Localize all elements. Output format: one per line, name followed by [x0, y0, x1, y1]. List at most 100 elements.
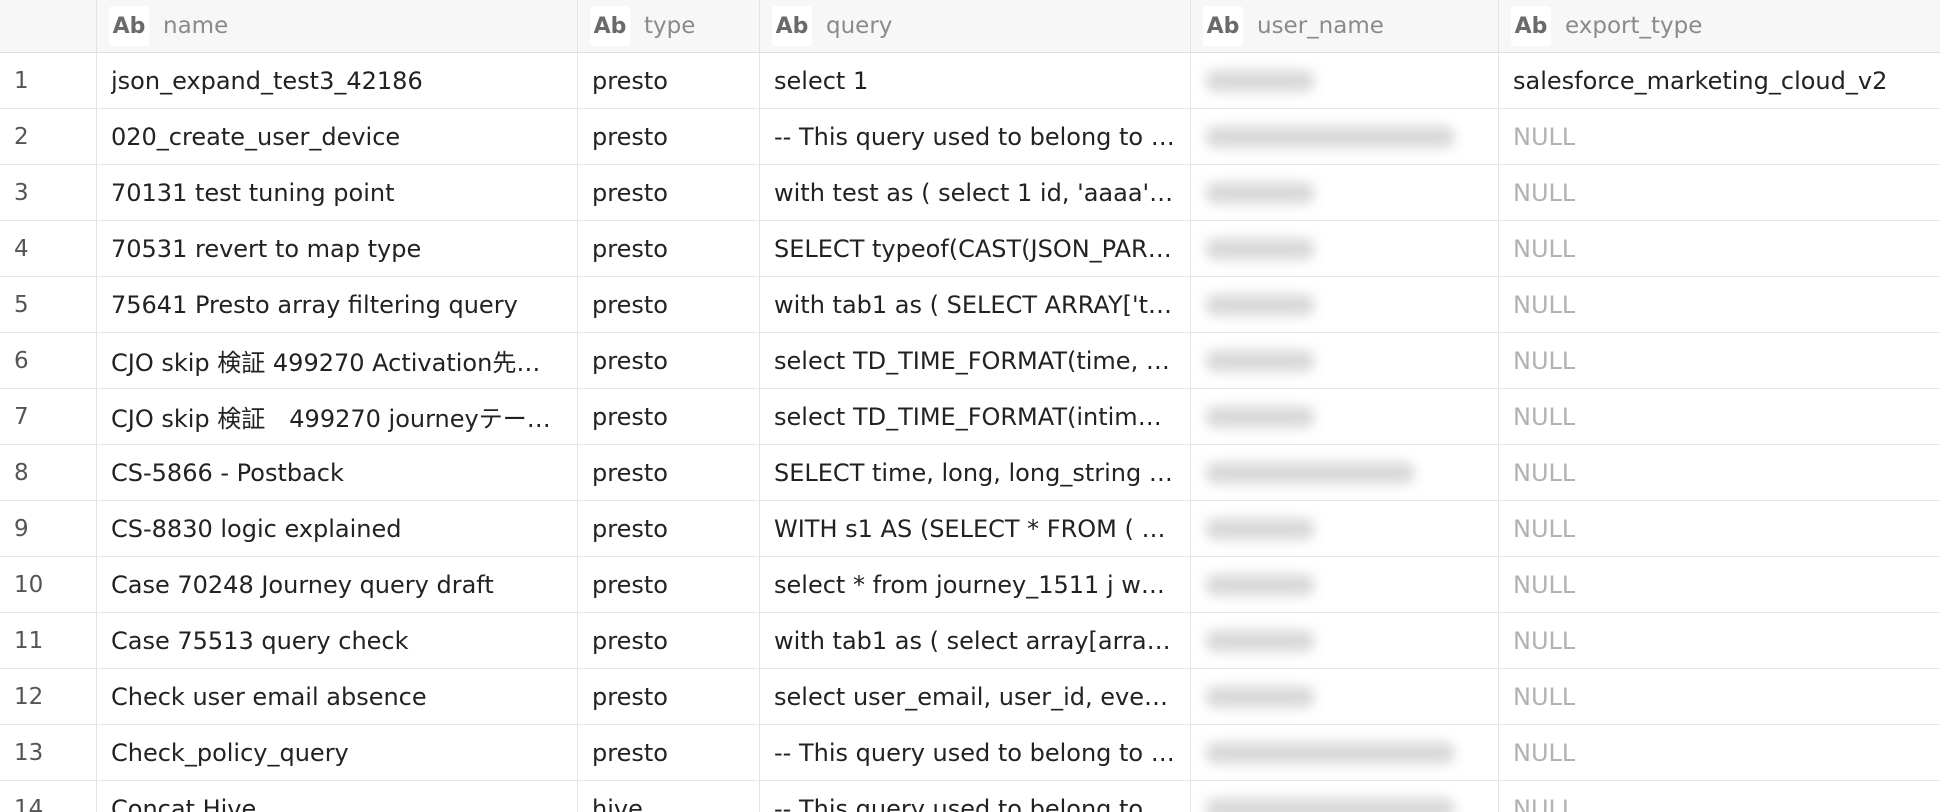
type-cell[interactable]: presto: [578, 221, 760, 276]
table-row[interactable]: 4 70531 revert to map type presto SELECT ty…: [0, 221, 1940, 277]
export-type-cell[interactable]: NULL: [1499, 389, 1940, 444]
export-type-cell[interactable]: NULL: [1499, 445, 1940, 500]
user-name-cell[interactable]: [1191, 557, 1499, 612]
name-cell[interactable]: Case 75513 query check: [97, 613, 578, 668]
query-cell[interactable]: -- This query used to belong to H…: [760, 781, 1191, 812]
column-header-query[interactable]: Ab query: [760, 0, 1191, 52]
row-index-cell: 3: [0, 165, 97, 220]
type-cell[interactable]: presto: [578, 165, 760, 220]
query-cell[interactable]: WITH s1 AS (SELECT * FROM ( …: [760, 501, 1191, 556]
query-cell[interactable]: select TD_TIME_FORMAT(intime…: [760, 389, 1191, 444]
user-name-cell[interactable]: [1191, 165, 1499, 220]
type-cell[interactable]: hive: [578, 781, 760, 812]
table-row[interactable]: 13 Check_policy_query presto -- This query …: [0, 725, 1940, 781]
table-row[interactable]: 12 Check user email absence presto select u…: [0, 669, 1940, 725]
name-cell[interactable]: Check user email absence: [97, 669, 578, 724]
name-cell[interactable]: 70131 test tuning point: [97, 165, 578, 220]
name-cell[interactable]: Check_policy_query: [97, 725, 578, 780]
redacted-user-name: [1205, 573, 1315, 596]
table-row[interactable]: 11 Case 75513 query check presto with tab1 …: [0, 613, 1940, 669]
type-cell[interactable]: presto: [578, 613, 760, 668]
type-cell[interactable]: presto: [578, 53, 760, 108]
export-type-cell[interactable]: NULL: [1499, 221, 1940, 276]
query-cell[interactable]: select user_email, user_id, event_…: [760, 669, 1191, 724]
name-cell[interactable]: Case 70248 Journey query draft: [97, 557, 578, 612]
name-cell[interactable]: 70531 revert to map type: [97, 221, 578, 276]
user-name-cell[interactable]: [1191, 221, 1499, 276]
export-type-cell[interactable]: salesforce_marketing_cloud_v2: [1499, 53, 1940, 108]
name-cell[interactable]: CJO skip 検証 499270 journeyテー…: [97, 389, 578, 444]
query-cell[interactable]: SELECT typeof(CAST(JSON_PAR…: [760, 221, 1191, 276]
query-cell[interactable]: with tab1 as ( select array[array ['…: [760, 613, 1191, 668]
name-cell[interactable]: CS-8830 logic explained: [97, 501, 578, 556]
column-header-type[interactable]: Ab type: [578, 0, 760, 52]
export-type-cell[interactable]: NULL: [1499, 109, 1940, 164]
query-cell[interactable]: with test as ( select 1 id, 'aaaa' co…: [760, 165, 1191, 220]
type-cell[interactable]: presto: [578, 277, 760, 332]
column-header-export-type[interactable]: Ab export_type: [1499, 0, 1940, 52]
user-name-cell[interactable]: [1191, 613, 1499, 668]
user-name-cell[interactable]: [1191, 501, 1499, 556]
user-name-cell[interactable]: [1191, 277, 1499, 332]
export-type-cell[interactable]: NULL: [1499, 557, 1940, 612]
user-name-cell[interactable]: [1191, 781, 1499, 812]
row-index-cell: 11: [0, 613, 97, 668]
type-cell[interactable]: presto: [578, 557, 760, 612]
type-cell[interactable]: presto: [578, 669, 760, 724]
redacted-user-name: [1205, 517, 1315, 540]
row-index-cell: 6: [0, 333, 97, 388]
column-header-label: export_type: [1565, 13, 1703, 39]
column-header-name[interactable]: Ab name: [97, 0, 578, 52]
user-name-cell[interactable]: [1191, 53, 1499, 108]
query-cell[interactable]: with tab1 as ( SELECT ARRAY['te…: [760, 277, 1191, 332]
name-cell[interactable]: json_expand_test3_42186: [97, 53, 578, 108]
export-type-cell[interactable]: NULL: [1499, 501, 1940, 556]
query-cell[interactable]: -- This query used to belong to K…: [760, 109, 1191, 164]
export-type-cell[interactable]: NULL: [1499, 277, 1940, 332]
type-cell[interactable]: presto: [578, 109, 760, 164]
type-cell[interactable]: presto: [578, 501, 760, 556]
user-name-cell[interactable]: [1191, 669, 1499, 724]
name-cell[interactable]: Concat Hive: [97, 781, 578, 812]
type-cell[interactable]: presto: [578, 333, 760, 388]
user-name-cell[interactable]: [1191, 389, 1499, 444]
user-name-cell[interactable]: [1191, 109, 1499, 164]
query-cell[interactable]: select 1: [760, 53, 1191, 108]
row-index-cell: 10: [0, 557, 97, 612]
redacted-user-name: [1205, 405, 1315, 428]
user-name-cell[interactable]: [1191, 333, 1499, 388]
table-row[interactable]: 8 CS-5866 - Postback presto SELECT time, lo…: [0, 445, 1940, 501]
export-type-cell[interactable]: NULL: [1499, 669, 1940, 724]
table-body: 1 json_expand_test3_42186 presto select 1 sa…: [0, 53, 1940, 812]
user-name-cell[interactable]: [1191, 725, 1499, 780]
table-row[interactable]: 14 Concat Hive hive -- This query used to b…: [0, 781, 1940, 812]
query-cell[interactable]: select * from journey_1511 j whe…: [760, 557, 1191, 612]
export-type-cell[interactable]: NULL: [1499, 333, 1940, 388]
export-type-cell[interactable]: NULL: [1499, 725, 1940, 780]
export-type-cell[interactable]: NULL: [1499, 613, 1940, 668]
type-cell[interactable]: presto: [578, 445, 760, 500]
table-row[interactable]: 3 70131 test tuning point presto with test …: [0, 165, 1940, 221]
query-cell[interactable]: SELECT time, long, long_string A…: [760, 445, 1191, 500]
query-cell[interactable]: -- This query used to belong to M…: [760, 725, 1191, 780]
table-row[interactable]: 9 CS-8830 logic explained presto WITH s1 AS…: [0, 501, 1940, 557]
table-row[interactable]: 7 CJO skip 検証 499270 journeyテー… presto sele…: [0, 389, 1940, 445]
name-cell[interactable]: 020_create_user_device: [97, 109, 578, 164]
table-row[interactable]: 10 Case 70248 Journey query draft presto se…: [0, 557, 1940, 613]
name-cell[interactable]: CS-5866 - Postback: [97, 445, 578, 500]
user-name-cell[interactable]: [1191, 445, 1499, 500]
type-cell[interactable]: presto: [578, 389, 760, 444]
table-row[interactable]: 5 75641 Presto array filtering query prest…: [0, 277, 1940, 333]
query-cell[interactable]: select TD_TIME_FORMAT(time, 'y…: [760, 333, 1191, 388]
row-index-cell: 7: [0, 389, 97, 444]
name-cell[interactable]: 75641 Presto array filtering query: [97, 277, 578, 332]
export-type-cell[interactable]: NULL: [1499, 781, 1940, 812]
table-row[interactable]: 6 CJO skip 検証 499270 Activation先テ… presto s…: [0, 333, 1940, 389]
name-cell[interactable]: CJO skip 検証 499270 Activation先テ…: [97, 333, 578, 388]
type-cell[interactable]: presto: [578, 725, 760, 780]
table-row[interactable]: 2 020_create_user_device presto -- This que…: [0, 109, 1940, 165]
column-header-user-name[interactable]: Ab user_name: [1191, 0, 1499, 52]
redacted-user-name: [1205, 461, 1415, 484]
export-type-cell[interactable]: NULL: [1499, 165, 1940, 220]
table-row[interactable]: 1 json_expand_test3_42186 presto select 1 sa…: [0, 53, 1940, 109]
